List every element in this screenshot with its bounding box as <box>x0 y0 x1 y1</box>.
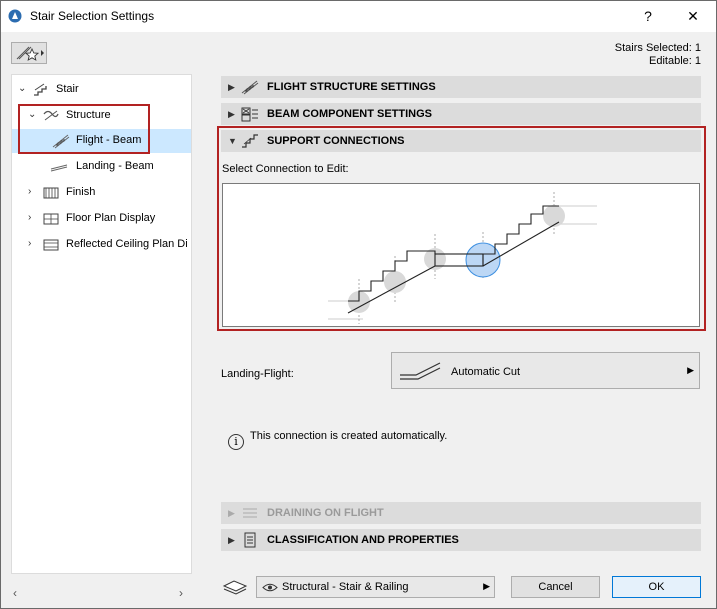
finish-icon <box>43 187 59 199</box>
draining-icon <box>243 508 257 518</box>
editable-count: Editable: 1 <box>649 55 701 67</box>
section-title: FLIGHT STRUCTURE SETTINGS <box>267 81 436 93</box>
connection-point[interactable] <box>543 205 565 227</box>
profile-dropdown[interactable]: Structural - Stair & Railing ▶ <box>256 576 495 598</box>
select-connection-label: Select Connection to Edit: <box>222 163 349 175</box>
tree-horizontal-scrollbar[interactable]: ‹ › <box>11 586 192 600</box>
section-beam-component[interactable]: ▶ BEAM COMPONENT SETTINGS <box>221 103 701 125</box>
favorites-button[interactable] <box>11 42 47 64</box>
expand-triangle-icon[interactable]: ▶ <box>228 109 235 120</box>
layers-icon <box>222 580 248 595</box>
scroll-left-icon[interactable]: ‹ <box>13 586 17 600</box>
close-button[interactable]: ✕ <box>678 4 708 28</box>
ceiling-plan-icon <box>43 239 59 251</box>
landing-flight-dropdown[interactable]: Automatic Cut ▶ <box>391 352 700 389</box>
chevron-right-icon[interactable]: › <box>28 187 38 197</box>
landing-flight-value: Automatic Cut <box>451 366 521 378</box>
archicad-app-icon <box>8 9 22 23</box>
section-title: DRAINING ON FLIGHT <box>267 507 384 519</box>
chevron-right-icon[interactable]: › <box>28 213 38 223</box>
tree-item-label: Finish <box>66 186 96 198</box>
connection-diagram[interactable] <box>222 183 700 327</box>
floor-plan-icon <box>43 213 59 225</box>
section-flight-structure[interactable]: ▶ FLIGHT STRUCTURE SETTINGS <box>221 76 701 98</box>
tree-item-label: Reflected Ceiling Plan Di <box>66 238 188 250</box>
flight-structure-icon <box>241 80 259 95</box>
window-title: Stair Selection Settings <box>30 9 155 23</box>
tree-item-flight-beam[interactable]: Flight - Beam <box>12 129 191 153</box>
landing-flight-label: Landing-Flight: <box>221 368 294 380</box>
cancel-button[interactable]: Cancel <box>511 576 600 598</box>
expand-triangle-icon[interactable]: ▶ <box>228 82 235 93</box>
help-button[interactable]: ? <box>633 4 663 28</box>
dropdown-arrow-icon: ▶ <box>483 581 490 591</box>
collapse-triangle-icon[interactable]: ▼ <box>228 136 237 146</box>
section-title: CLASSIFICATION AND PROPERTIES <box>267 534 459 546</box>
stair-icon <box>34 83 47 96</box>
tree-item-reflected-ceiling-plan[interactable]: › Reflected Ceiling Plan Di <box>12 233 191 257</box>
section-title: SUPPORT CONNECTIONS <box>267 135 405 147</box>
connection-point[interactable] <box>384 271 406 293</box>
profile-value: Structural - Stair & Railing <box>282 581 409 593</box>
expand-triangle-icon[interactable]: ▶ <box>228 535 235 546</box>
favorites-star-icon <box>16 46 44 61</box>
chevron-down-icon[interactable]: ⌄ <box>28 110 38 120</box>
section-classification[interactable]: ▶ CLASSIFICATION AND PROPERTIES <box>221 529 701 551</box>
classification-icon <box>244 532 256 548</box>
tree-item-floor-plan-display[interactable]: › Floor Plan Display <box>12 207 191 231</box>
stairs-selected-count: Stairs Selected: 1 <box>614 42 701 54</box>
landing-beam-icon <box>50 164 68 172</box>
support-connections-icon <box>242 134 258 148</box>
scroll-right-icon[interactable]: › <box>179 586 183 600</box>
tree-item-label: Landing - Beam <box>76 160 154 172</box>
tree-item-landing-beam[interactable]: Landing - Beam <box>12 155 191 179</box>
chevron-right-icon[interactable]: › <box>28 239 38 249</box>
info-message: This connection is created automatically… <box>250 430 448 442</box>
section-title: BEAM COMPONENT SETTINGS <box>267 108 433 120</box>
chevron-down-icon[interactable]: ⌄ <box>18 84 28 94</box>
tree-item-stair[interactable]: ⌄ Stair <box>12 78 191 102</box>
ok-button[interactable]: OK <box>612 576 701 598</box>
automatic-cut-icon <box>400 362 441 380</box>
beam-component-icon <box>241 107 258 122</box>
flight-beam-icon <box>52 134 70 149</box>
tree-item-finish[interactable]: › Finish <box>12 181 191 205</box>
section-support-connections[interactable]: ▼ SUPPORT CONNECTIONS <box>221 130 701 152</box>
expand-triangle-icon[interactable]: ▶ <box>228 508 235 519</box>
settings-tree: ⌄ Stair ⌄ Structure Flight - Beam Landin… <box>11 74 192 574</box>
structure-icon <box>43 110 59 121</box>
dropdown-arrow-icon: ▶ <box>687 365 694 375</box>
tree-item-label: Stair <box>56 83 79 95</box>
section-draining-on-flight[interactable]: ▶ DRAINING ON FLIGHT <box>221 502 701 524</box>
tree-item-label: Flight - Beam <box>76 134 142 146</box>
tree-item-label: Floor Plan Display <box>66 212 156 224</box>
tree-item-structure[interactable]: ⌄ Structure <box>12 104 191 128</box>
tree-item-label: Structure <box>66 109 111 121</box>
eye-icon <box>262 583 278 592</box>
info-icon: i <box>228 434 244 450</box>
